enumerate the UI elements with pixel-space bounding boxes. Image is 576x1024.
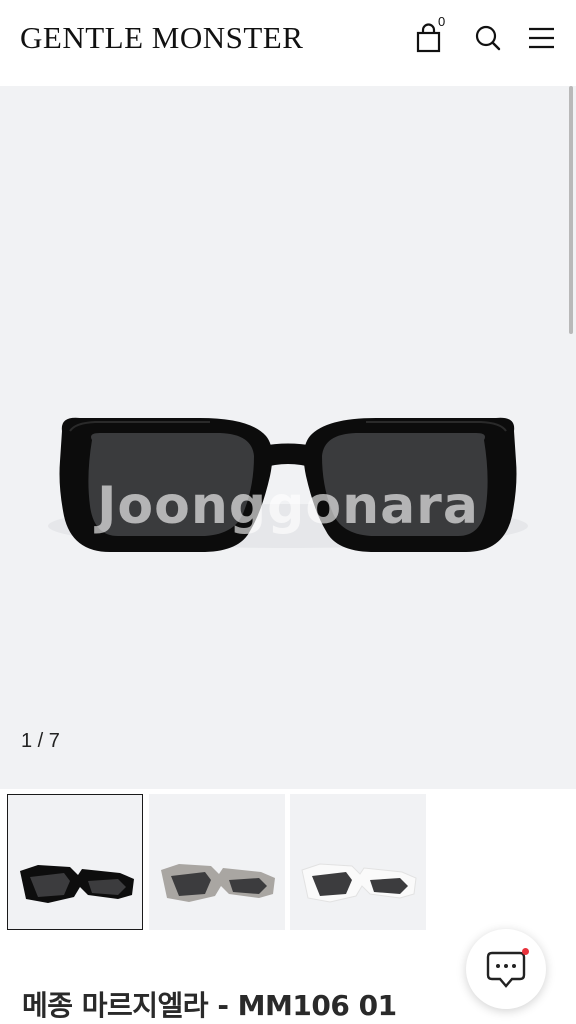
hamburger-menu-icon[interactable] <box>526 22 558 54</box>
chat-notification-dot <box>522 948 529 955</box>
image-counter: 1 / 7 <box>21 730 60 752</box>
product-title: 메종 마르지엘라 - MM106 01 <box>22 989 397 1022</box>
thumbnail-white[interactable] <box>290 794 426 930</box>
brand-logo[interactable]: GENTLE MONSTER <box>20 20 303 56</box>
scrollbar[interactable] <box>569 86 573 334</box>
thumbnail-gray-image <box>161 864 275 902</box>
thumbnail-strip <box>0 789 576 939</box>
search-icon[interactable] <box>472 22 504 54</box>
thumbnail-gray[interactable] <box>149 794 285 930</box>
chat-button[interactable] <box>466 929 546 1009</box>
cart-count-badge: 0 <box>438 14 446 29</box>
top-header: GENTLE MONSTER 0 <box>0 0 576 86</box>
chat-bubble-icon <box>486 951 526 988</box>
thumbnail-black[interactable] <box>7 794 143 930</box>
sunglasses-main-image <box>48 417 528 552</box>
thumbnail-white-image <box>301 863 417 903</box>
thumbnail-black-image <box>20 865 134 903</box>
product-image-gallery[interactable]: Joonggonara 1 / 7 <box>0 86 576 789</box>
